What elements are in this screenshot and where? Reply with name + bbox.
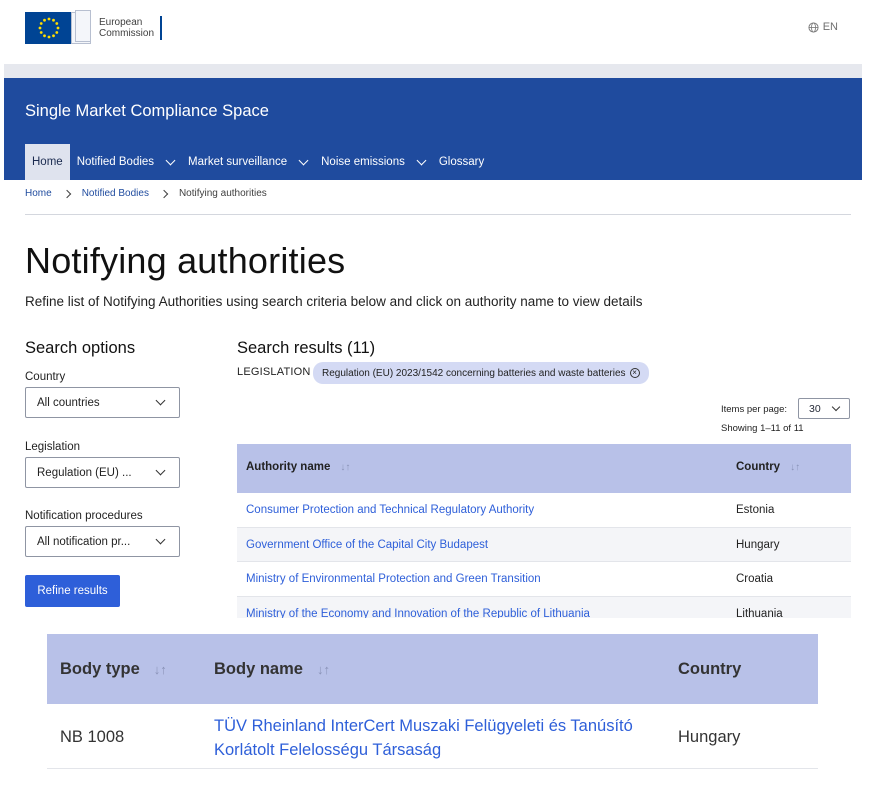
body-type: NB 1008 [60,728,125,746]
main-navigation: Home Notified Bodies Market surveillance… [25,144,491,180]
column-body-type[interactable]: Body type ↓↑ [60,660,167,679]
ec-top-header: European Commission EN [0,0,872,66]
logo-divider [160,16,163,40]
table-header: Body type ↓↑ Body name ↓↑ Country [47,634,818,704]
site-title[interactable]: Single Market Compliance Space [25,102,269,121]
chevron-down-icon [155,465,166,476]
globe-icon [808,21,819,33]
sort-icon: ↓↑ [153,662,167,677]
column-label: Country [736,461,781,473]
results-count: Showing 1–11 of 11 [721,423,804,434]
authority-country: Lithuania [736,607,783,619]
table-header: Authority name ↓↑ Country ↓↑ [237,444,851,493]
chevron-down-icon [298,155,309,165]
table-row: NB 1008 TÜV Rheinland InterCert Muszaki … [47,704,818,769]
nav-item-notified-bodies[interactable]: Notified Bodies [70,144,181,180]
items-per-page-select[interactable]: 30 [798,398,850,419]
country-select[interactable]: All countries [25,387,180,418]
nav-item-glossary[interactable]: Glossary [432,144,491,180]
table-row: Government Office of the Capital City Bu… [237,527,851,562]
nav-item-noise-emissions[interactable]: Noise emissions [314,144,432,180]
close-icon[interactable]: × [629,368,640,378]
chevron-down-icon [165,155,176,165]
language-selector[interactable]: EN [808,21,838,33]
country-select-value: All countries [37,396,100,409]
column-authority-name[interactable]: Authority name ↓↑ [246,461,350,473]
chevron-down-icon [155,395,166,406]
header-strip [4,64,862,78]
items-per-page-label: Items per page: [721,404,788,415]
chevron-down-icon [155,534,166,545]
logo-text-line2: Commission [99,28,155,39]
column-label: Authority name [246,461,331,473]
language-code: EN [822,21,838,33]
authorities-table: Authority name ↓↑ Country ↓↑ Consumer Pr… [237,444,851,618]
logo-pages-icon [69,10,93,46]
search-options-title: Search options [25,339,136,357]
items-per-page-value: 30 [809,402,821,415]
legislation-label: Legislation [25,441,80,453]
refine-results-button[interactable]: Refine results [25,575,120,607]
authority-country: Estonia [736,504,775,516]
column-body-name[interactable]: Body name ↓↑ [214,660,330,679]
nav-item-label: Home [32,156,63,168]
legislation-chip-text: Regulation (EU) 2023/1542 concerning bat… [322,367,626,379]
notification-procedures-label: Notification procedures [25,510,143,522]
sort-icon: ↓↑ [340,461,351,473]
legislation-select-value: Regulation (EU) ... [37,466,132,479]
nav-item-label: Glossary [438,156,485,168]
column-label: Body type [60,660,140,678]
breadcrumb-current: Notifying authorities [178,188,267,199]
body-country: Hungary [678,728,741,746]
column-label: Country [678,660,742,678]
logo-text: European Commission [99,17,154,39]
nav-item-market-surveillance[interactable]: Market surveillance [181,144,314,180]
body-name-link[interactable]: TÜV Rheinland InterCert Muszaki Felügyel… [214,714,654,762]
column-country[interactable]: Country ↓↑ [736,461,800,473]
authority-link[interactable]: Government Office of the Capital City Bu… [246,539,488,551]
eu-flag-icon [25,12,73,44]
breadcrumb-notified-bodies[interactable]: Notified Bodies [82,188,149,199]
logo-text-line1: European [99,17,143,28]
page-title: Notifying authorities [25,240,346,281]
site-header: Single Market Compliance Space Home Noti… [4,78,862,180]
chevron-right-icon [62,189,71,198]
nav-item-label: Noise emissions [321,156,405,168]
sort-icon: ↓↑ [790,461,801,473]
authority-link[interactable]: Consumer Protection and Technical Regula… [246,504,534,516]
notified-bodies-table: Body type ↓↑ Body name ↓↑ Country NB 100… [47,634,818,769]
table-row: Ministry of the Economy and Innovation o… [237,596,851,619]
notification-procedures-select[interactable]: All notification pr... [25,526,180,557]
notification-procedures-value: All notification pr... [37,535,131,548]
page-intro: Refine list of Notifying Authorities usi… [25,294,643,309]
chevron-down-icon [831,402,841,412]
table-row: Ministry of Environmental Protection and… [237,562,851,597]
country-label: Country [25,371,66,383]
nav-item-home[interactable]: Home [25,144,70,180]
divider [25,214,851,215]
table-row: Consumer Protection and Technical Regula… [237,493,851,528]
column-body-country[interactable]: Country [678,660,741,679]
chevron-down-icon [416,155,427,165]
authority-link[interactable]: Ministry of Environmental Protection and… [246,573,541,585]
chevron-right-icon [159,189,169,198]
legislation-filter-label: LEGISLATION [237,366,311,378]
authority-country: Hungary [736,538,780,551]
european-commission-logo[interactable]: European Commission [25,10,163,46]
legislation-select[interactable]: Regulation (EU) ... [25,457,180,488]
nav-item-label: Market surveillance [188,156,288,168]
column-label: Body name [214,660,303,678]
authority-country: Croatia [736,573,774,585]
search-results-title: Search results (11) [237,339,376,357]
nav-item-label: Notified Bodies [76,156,155,168]
sort-icon: ↓↑ [316,662,330,677]
authority-link[interactable]: Ministry of the Economy and Innovation o… [246,608,590,619]
breadcrumb: Home Notified Bodies Notifying authoriti… [25,188,267,199]
breadcrumb-home[interactable]: Home [25,188,52,199]
legislation-filter-chip[interactable]: Regulation (EU) 2023/1542 concerning bat… [313,362,649,384]
